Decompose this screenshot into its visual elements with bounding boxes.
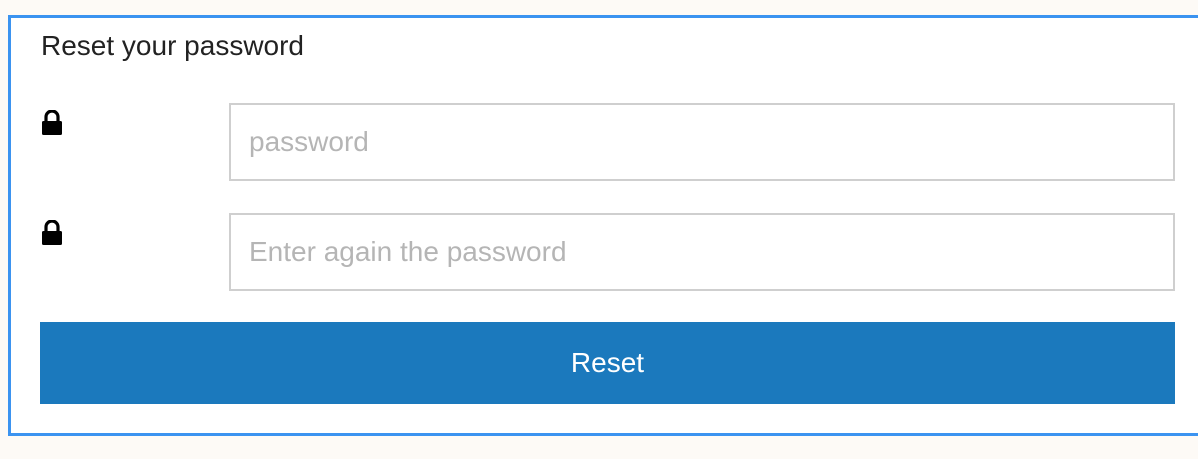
- password-input[interactable]: [229, 103, 1175, 181]
- reset-button[interactable]: Reset: [40, 322, 1175, 404]
- form-title: Reset your password: [41, 30, 305, 61]
- reset-password-panel: Reset your password Reset: [8, 15, 1198, 436]
- confirm-password-input[interactable]: [229, 213, 1175, 291]
- lock-icon: [41, 110, 63, 136]
- lock-icon: [41, 220, 63, 246]
